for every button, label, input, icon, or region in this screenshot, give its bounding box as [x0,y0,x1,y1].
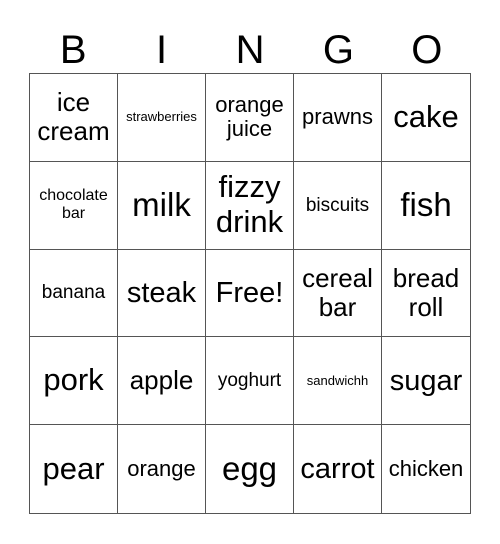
bingo-cell: bread roll [382,250,470,338]
header-letter-o: O [411,28,443,72]
bingo-cell: orange [118,425,206,513]
bingo-cell: egg [206,425,294,513]
bingo-cell: chicken [388,455,464,481]
bingo-cell: ice cream [30,74,118,162]
header-letter-b: B [59,28,87,72]
bingo-cell: steak [118,249,206,338]
header-letter-n: N [235,28,265,72]
bingo-cell: orange juice [206,74,294,162]
bingo-grid: ice cream strawberries orange juice praw… [29,73,471,514]
bingo-cell: chocolate bar [30,161,118,250]
bingo-cell: yoghurt [206,337,294,426]
header-letter-g: G [322,28,354,72]
bingo-cell: apple [118,337,206,426]
header-letter-i: I [156,28,168,72]
free-space: Free! [206,249,294,338]
bingo-cell: fish [382,162,470,250]
bingo-cell: cereal bar [294,249,382,338]
bingo-cell: prawns [294,74,382,162]
bingo-cell: biscuits [294,161,382,250]
bingo-cell: carrot [294,425,382,513]
bingo-cell: strawberries [118,74,206,162]
bingo-cell: cake [382,74,470,162]
bingo-cell: banana [30,249,118,338]
bingo-cell: pear [30,425,118,513]
bingo-cell: fizzy drink [206,161,294,250]
bingo-cell: milk [118,161,206,250]
bingo-cell: sugar [382,337,470,426]
bingo-cell: sandwichh [294,337,382,426]
bingo-header: B I N G O [29,28,471,72]
bingo-cell: pork [30,337,118,426]
